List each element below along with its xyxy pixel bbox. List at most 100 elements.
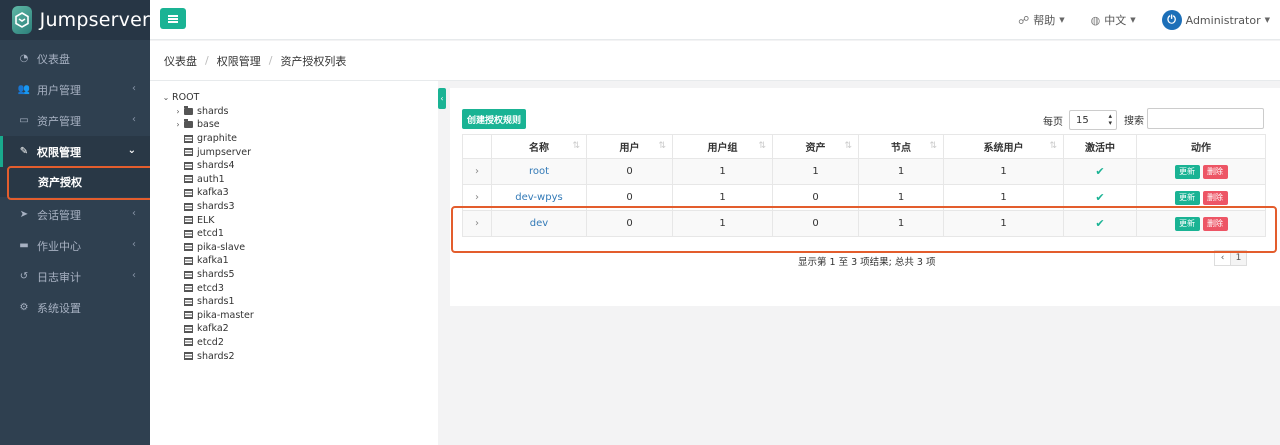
sidebar-item-settings[interactable]: ⚙ 系统设置: [0, 292, 150, 323]
sidebar-item-audit[interactable]: ↺ 日志审计 ‹: [0, 261, 150, 292]
tree-node-leaf[interactable]: pika-master: [160, 309, 254, 323]
tree-node-leaf[interactable]: ELK: [160, 213, 254, 227]
table-icon: [184, 311, 193, 320]
node-tree-panel: ⌄ ROOT › shards › base graphite jumpserver sh…: [150, 81, 438, 445]
update-button[interactable]: 更新: [1174, 190, 1200, 205]
sort-icon: ⇅: [572, 141, 580, 151]
tree-node-root[interactable]: ⌄ ROOT: [160, 91, 254, 105]
folder-icon: [184, 105, 193, 115]
sort-icon: ⇅: [1049, 141, 1057, 151]
cell-assets: 0: [772, 184, 859, 211]
folder-icon: [184, 119, 193, 129]
logo[interactable]: Jumpserver: [0, 0, 150, 40]
permission-name-link[interactable]: dev-wpys: [491, 184, 587, 211]
cell-users: 0: [586, 158, 673, 185]
table-icon: [184, 256, 193, 265]
sidebar-item-assets[interactable]: ▭ 资产管理 ‹: [0, 105, 150, 136]
tree-node-leaf[interactable]: auth1: [160, 173, 254, 187]
tree-node-label: etcd3: [197, 282, 224, 294]
breadcrumb-item[interactable]: 权限管理: [217, 53, 261, 69]
delete-button[interactable]: 删除: [1202, 164, 1228, 179]
expand-row-icon[interactable]: ›: [462, 184, 492, 211]
tree-node-leaf[interactable]: shards5: [160, 268, 254, 282]
rocket-icon: ➤: [19, 209, 29, 220]
tree-node-leaf[interactable]: jumpserver: [160, 145, 254, 159]
pager-prev-button[interactable]: ‹: [1214, 250, 1231, 266]
permission-name-link[interactable]: dev: [491, 210, 587, 237]
chevron-down-icon[interactable]: ⌄: [160, 93, 172, 102]
tree-node-leaf[interactable]: shards1: [160, 295, 254, 309]
chevron-left-icon: ‹: [132, 208, 136, 219]
column-header-users[interactable]: 用户 ⇅: [586, 134, 673, 159]
spinner-icon: ▴ ▾: [1108, 112, 1112, 127]
sidebar-subitem-asset-permission[interactable]: 资产授权: [0, 167, 150, 197]
permission-table: 名称 ⇅ 用户 ⇅ 用户组 ⇅ 资产 ⇅ 节点 ⇅ 系统用户 ⇅ 激活中 动作 › root 0…: [462, 134, 1266, 237]
breadcrumb: 仪表盘 / 权限管理 / 资产授权列表: [150, 41, 1280, 81]
chevron-left-icon: ‹: [132, 114, 136, 125]
table-row[interactable]: › root 0 1 1 1 1 ✔ 更新 删除: [462, 158, 1266, 185]
table-icon: [184, 134, 193, 143]
sidebar-item-sessions[interactable]: ➤ 会话管理 ‹: [0, 199, 150, 230]
column-header-system-users[interactable]: 系统用户 ⇅: [943, 134, 1064, 159]
breadcrumb-item[interactable]: 仪表盘: [164, 53, 197, 69]
update-button[interactable]: 更新: [1174, 216, 1200, 231]
sort-icon: ⇅: [658, 141, 666, 151]
pager-page-button[interactable]: 1: [1230, 250, 1247, 266]
column-header-assets[interactable]: 资产 ⇅: [772, 134, 859, 159]
table-row[interactable]: › dev-wpys 0 1 0 1 1 ✔ 更新 删除: [462, 184, 1266, 211]
tree-node-leaf[interactable]: kafka2: [160, 322, 254, 336]
history-icon: ↺: [19, 271, 29, 282]
tree-node-leaf[interactable]: graphite: [160, 132, 254, 146]
table-icon: [184, 229, 193, 238]
cell-system-users: 1: [943, 210, 1064, 237]
sidebar-item-permissions[interactable]: ✎ 权限管理 ⌄: [0, 136, 150, 167]
check-icon: ✔: [1095, 165, 1105, 178]
menu-toggle-button[interactable]: [160, 8, 186, 29]
delete-button[interactable]: 删除: [1202, 216, 1228, 231]
tree-node-leaf[interactable]: kafka1: [160, 254, 254, 268]
tree-node-leaf[interactable]: pika-slave: [160, 241, 254, 255]
table-icon: [184, 161, 193, 170]
tree-node-leaf[interactable]: shards2: [160, 349, 254, 363]
language-menu[interactable]: ◍ 中文 ▼: [1091, 12, 1136, 28]
chevron-down-icon: ⌄: [127, 145, 136, 156]
tree-node-leaf[interactable]: etcd1: [160, 227, 254, 241]
create-permission-button[interactable]: 创建授权规则: [462, 109, 526, 129]
tree-node-label: shards1: [197, 296, 235, 308]
sidebar-item-jobs[interactable]: ▬ 作业中心 ‹: [0, 230, 150, 261]
help-menu[interactable]: ☍ 帮助 ▼: [1018, 12, 1065, 28]
tree-node-leaf[interactable]: shards4: [160, 159, 254, 173]
sidebar-item-dashboard[interactable]: ◔ 仪表盘: [0, 43, 150, 74]
chevron-right-icon[interactable]: ›: [172, 107, 184, 116]
tree-node-folder[interactable]: › base: [160, 118, 254, 132]
table-summary: 显示第 1 至 3 项结果; 总共 3 项: [798, 257, 936, 268]
tree-node-leaf[interactable]: etcd2: [160, 336, 254, 350]
column-header-user-groups[interactable]: 用户组 ⇅: [672, 134, 773, 159]
user-menu[interactable]: ⏻ Administrator ▼: [1161, 10, 1270, 30]
tree-node-label: kafka2: [197, 323, 229, 335]
sidebar-item-users[interactable]: 👥 用户管理 ‹: [0, 74, 150, 105]
expand-row-icon[interactable]: ›: [462, 210, 492, 237]
delete-button[interactable]: 删除: [1202, 190, 1228, 205]
table-row[interactable]: › dev 0 1 0 1 1 ✔ 更新 删除: [462, 210, 1266, 237]
chevron-right-icon[interactable]: ›: [172, 120, 184, 129]
tree-node-folder[interactable]: › shards: [160, 105, 254, 119]
per-page-select[interactable]: 15 ▴ ▾: [1069, 110, 1117, 130]
collapse-tree-button[interactable]: ‹: [438, 88, 446, 109]
update-button[interactable]: 更新: [1174, 164, 1200, 179]
column-header-nodes[interactable]: 节点 ⇅: [858, 134, 944, 159]
power-icon: ⏻: [1161, 10, 1182, 30]
app-name: Jumpserver: [39, 9, 150, 31]
sort-icon: ⇅: [929, 141, 937, 151]
handshake-icon: ☍: [1018, 13, 1030, 27]
tree-node-label: auth1: [197, 173, 225, 185]
tree-node-label: ROOT: [172, 92, 200, 104]
permission-name-link[interactable]: root: [491, 158, 587, 185]
tree-node-leaf[interactable]: kafka3: [160, 186, 254, 200]
expand-row-icon[interactable]: ›: [462, 158, 492, 185]
tree-node-leaf[interactable]: etcd3: [160, 281, 254, 295]
column-header-name[interactable]: 名称 ⇅: [491, 134, 587, 159]
tree-node-leaf[interactable]: shards3: [160, 200, 254, 214]
search-input[interactable]: [1147, 108, 1264, 129]
terminal-icon: ▬: [19, 240, 29, 251]
